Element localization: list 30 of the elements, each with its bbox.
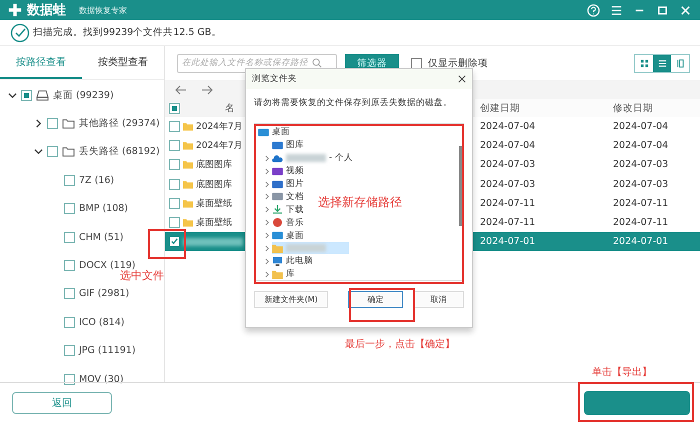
- annotation-note: 选择新存储路径: [318, 194, 402, 211]
- file-name: 2024年7月: [196, 140, 243, 152]
- file-name: 底图图库: [196, 158, 232, 172]
- app-name: 数据蛙: [27, 2, 66, 19]
- app-subtitle: 数据恢复专家: [79, 4, 127, 16]
- modified-date: 2024-07-04: [613, 140, 668, 152]
- created-date: 2024-07-04: [480, 121, 536, 132]
- dialog-title: 浏览文件夹: [252, 73, 297, 85]
- file-name: 桌面壁纸: [196, 198, 232, 210]
- scan-status: 扫描完成。找到99239个文件共12.5 GB。: [33, 26, 222, 39]
- created-date: 2024-07-01: [480, 236, 536, 248]
- file-name: 桌面壁纸: [196, 216, 232, 230]
- modified-date: 2024-07-11: [613, 198, 668, 209]
- file-name: 底图图库: [196, 178, 232, 191]
- annotation-note: 最后一步，点击【确定】: [345, 338, 455, 351]
- dialog-message: 请勿将需要恢复的文件保存到原丢失数据的磁盘。: [253, 97, 453, 110]
- annotation-note: 单击【导出】: [592, 366, 652, 379]
- modified-date: 2024-07-01: [613, 236, 668, 248]
- modified-date: 2024-07-04: [613, 121, 668, 132]
- created-date: 2024-07-03: [480, 178, 536, 190]
- modified-date: 2024-07-11: [613, 217, 668, 228]
- checkbox-label: 仅显示删除项: [428, 56, 488, 70]
- created-date: 2024-07-03: [480, 159, 536, 170]
- modified-date: 2024-07-03: [613, 178, 668, 190]
- modified-date: 2024-07-03: [613, 159, 668, 170]
- created-date: 2024-07-04: [480, 140, 536, 152]
- file-name: 2024年7月: [196, 120, 243, 134]
- created-date: 2024-07-11: [480, 217, 536, 228]
- created-date: 2024-07-11: [480, 198, 536, 209]
- annotation-note: 选中文件: [120, 269, 164, 283]
